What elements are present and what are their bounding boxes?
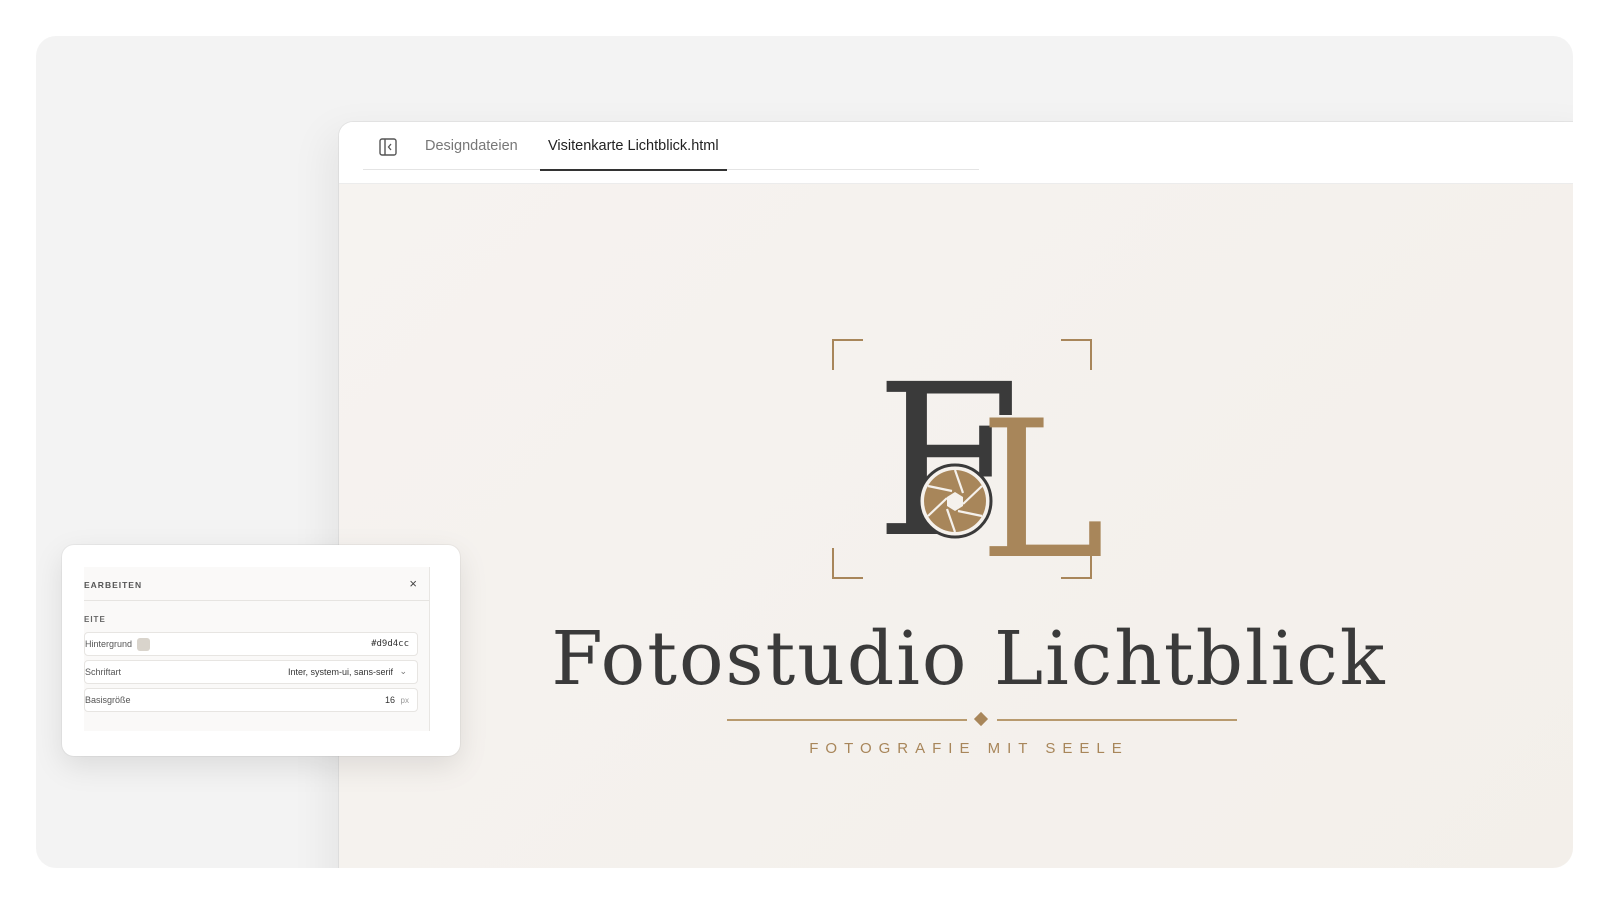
edit-panel: EARBEITEN × EITE Hintergrund #d9d4cc Sch…	[84, 567, 430, 731]
background-label: Hintergrund	[85, 639, 133, 649]
tab-designdateien[interactable]: Designdateien	[425, 122, 518, 170]
camera-aperture-icon	[917, 463, 993, 539]
monogram-letter-l: L	[979, 380, 1105, 586]
background-color-field[interactable]: Hintergrund #d9d4cc	[84, 632, 418, 656]
background-value[interactable]: #d9d4cc	[371, 639, 409, 649]
base-size-label: Basisgröße	[85, 695, 131, 705]
tab-visitenkarte[interactable]: Visitenkarte Lichtblick.html	[540, 122, 727, 171]
color-swatch[interactable]	[137, 638, 150, 651]
font-family-select[interactable]: Schriftart Inter, system-ui, sans-serif …	[84, 660, 418, 684]
edit-panel-card: EARBEITEN × EITE Hintergrund #d9d4cc Sch…	[62, 545, 460, 756]
divider-left	[727, 719, 967, 721]
base-size-field[interactable]: Basisgröße 16 px	[84, 688, 418, 712]
tab-bar: Designdateien Visitenkarte Lichtblick.ht…	[339, 122, 1573, 184]
edit-panel-header: EARBEITEN ×	[84, 567, 429, 601]
section-label: EITE	[84, 615, 106, 624]
edit-panel-title: EARBEITEN	[84, 580, 143, 590]
base-size-unit: px	[400, 696, 409, 705]
design-canvas[interactable]: F L Fotostudio Lichtblick FOTOGRAFIE MIT…	[339, 184, 1573, 868]
divider-diamond-icon	[973, 711, 989, 727]
brand-name-title: Fotostudio Lichtblick	[551, 616, 1387, 702]
tab-strip: Designdateien Visitenkarte Lichtblick.ht…	[363, 122, 979, 171]
divider-right	[997, 719, 1237, 721]
chevron-down-icon[interactable]: ⌄	[399, 666, 407, 677]
editor-window: Designdateien Visitenkarte Lichtblick.ht…	[339, 122, 1573, 868]
sidebar-toggle-icon[interactable]	[377, 136, 399, 158]
base-size-value[interactable]: 16	[385, 695, 395, 705]
brand-tagline: FOTOGRAFIE MIT SEELE	[809, 740, 1129, 757]
font-value[interactable]: Inter, system-ui, sans-serif	[288, 667, 393, 677]
fl-monogram-logo: F L	[832, 339, 1105, 586]
close-icon[interactable]: ×	[409, 576, 417, 591]
font-label: Schriftart	[85, 667, 122, 677]
